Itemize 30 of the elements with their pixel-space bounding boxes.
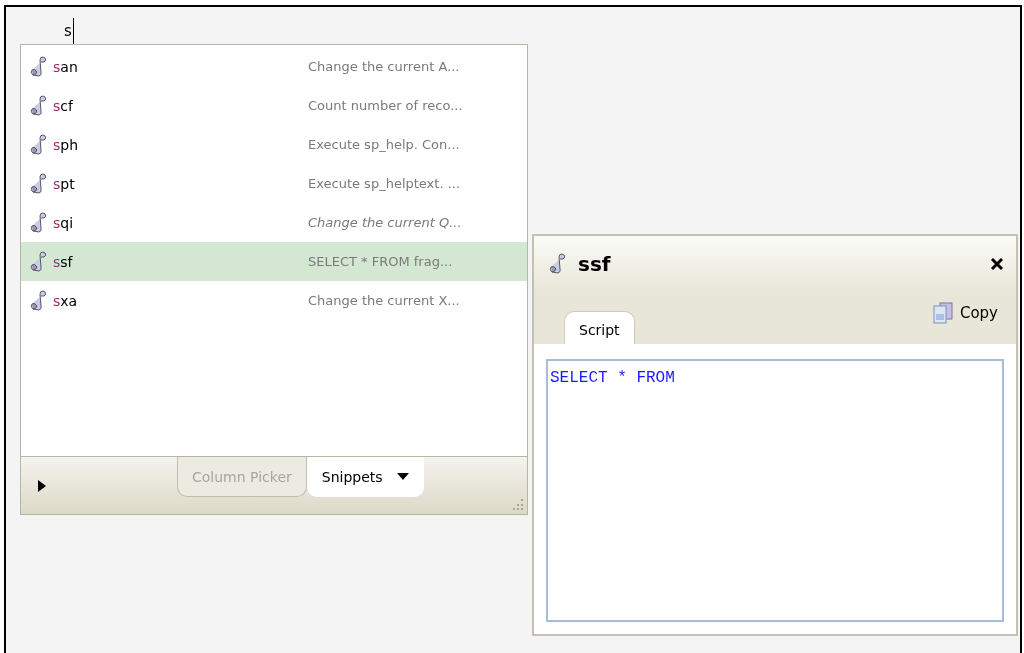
snippet-description: SELECT * FROM frag...: [308, 254, 453, 269]
snippet-description: Execute sp_helptext. ...: [308, 176, 461, 191]
play-icon: [37, 479, 47, 492]
snippet-name: san: [53, 58, 79, 75]
completion-item[interactable]: san Change the current A...: [21, 47, 527, 86]
snippet-description: Change the current Q...: [308, 215, 462, 230]
completion-item[interactable]: sqi Change the current Q...: [21, 203, 527, 242]
snippet-description: Change the current A...: [308, 59, 460, 74]
snippet-description: Execute sp_help. Con...: [308, 137, 460, 152]
snippet-description: Change the current X...: [308, 293, 460, 308]
script-editor[interactable]: SELECT * FROM: [546, 359, 1004, 622]
resize-grip-icon: [512, 499, 524, 511]
snippet-name: sxa: [53, 292, 79, 309]
script-tab[interactable]: Script: [564, 311, 635, 344]
snippet-description: Count number of reco...: [308, 98, 463, 113]
snippet-name: scf: [53, 97, 75, 114]
snippet-name: ssf: [53, 253, 74, 270]
completion-item[interactable]: spt Execute sp_helptext. ...: [21, 164, 527, 203]
popup-title: ssf: [578, 252, 612, 276]
copy-button[interactable]: Copy: [931, 302, 998, 324]
completion-item[interactable]: ssf SELECT * FROM frag...: [21, 242, 527, 281]
close-icon: [990, 257, 1004, 271]
completion-item[interactable]: sxa Change the current X...: [21, 281, 527, 320]
snippet-name: sqi: [53, 214, 75, 231]
snippet-name: spt: [53, 175, 76, 192]
completion-item[interactable]: sph Execute sp_help. Con...: [21, 125, 527, 164]
panel-tab[interactable]: Snippets: [306, 457, 424, 497]
snippet-name: sph: [53, 136, 80, 153]
copy-icon: [931, 302, 954, 324]
completion-item[interactable]: scf Count number of reco...: [21, 86, 527, 125]
